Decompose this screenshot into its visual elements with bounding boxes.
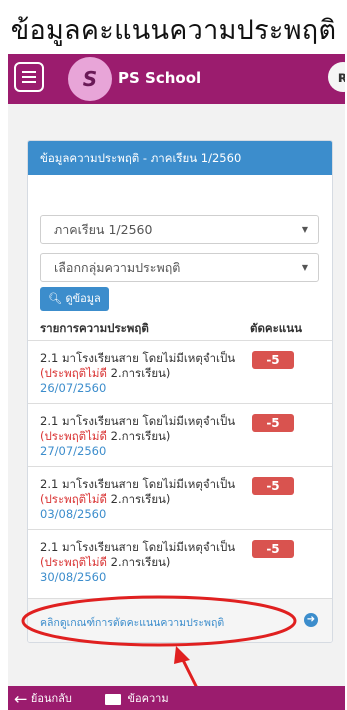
arrow-left-icon: ← <box>14 689 28 709</box>
envelope-icon <box>105 693 121 705</box>
annotation-overlay <box>21 595 297 710</box>
phone-screen: S PS School ʀ ข้อมูลความประพฤติ - ภาคเรี… <box>8 54 345 710</box>
back-label: ย้อนกลับ <box>30 692 72 705</box>
bottom-bar: ← ย้อนกลับ ข้อความ <box>8 686 345 710</box>
page-heading: ข้อมูลคะแนนความประพฤติ <box>10 15 337 46</box>
highlight-ellipse <box>21 595 297 647</box>
message-label: ข้อความ <box>127 692 169 705</box>
message-button[interactable]: ข้อความ <box>105 689 169 707</box>
back-button[interactable]: ← ย้อนกลับ <box>14 689 72 709</box>
annotation-arrowhead <box>174 646 190 664</box>
